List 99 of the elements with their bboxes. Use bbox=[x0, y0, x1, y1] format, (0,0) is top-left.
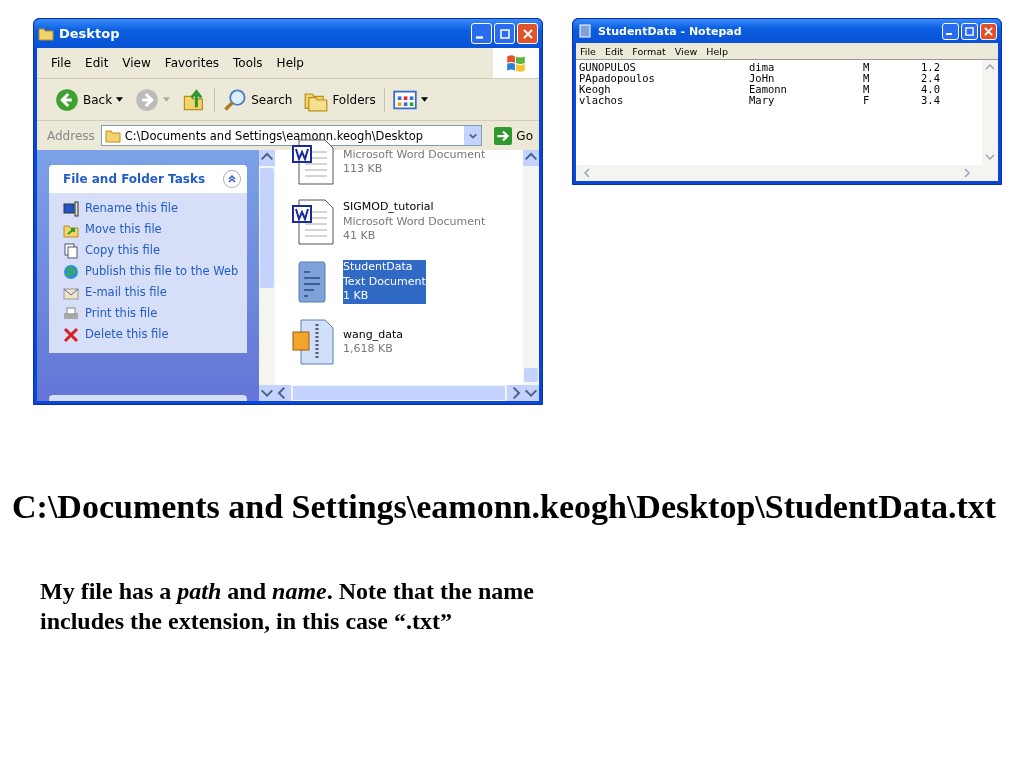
file-size: 1 KB bbox=[343, 289, 370, 304]
text-line: PApadopoulos bbox=[579, 73, 656, 84]
minimize-button[interactable] bbox=[942, 22, 959, 40]
task-link[interactable]: Delete this file bbox=[85, 327, 169, 341]
scroll-thumb[interactable] bbox=[524, 368, 538, 382]
file-label[interactable]: wang_data 1,618 KB bbox=[343, 327, 403, 357]
folder-icon bbox=[38, 26, 54, 41]
dropdown-button[interactable] bbox=[464, 126, 482, 145]
views-grid-icon bbox=[392, 89, 417, 110]
task-link[interactable]: Copy this file bbox=[85, 243, 160, 257]
file-label[interactable]: Microsoft Word Document 113 KB bbox=[343, 147, 486, 177]
right-arrow-icon bbox=[494, 126, 513, 145]
search-icon bbox=[223, 87, 248, 112]
menu-item[interactable]: File bbox=[51, 56, 72, 70]
envelope-icon bbox=[63, 285, 79, 301]
maximize-icon bbox=[499, 28, 510, 39]
folder-icon bbox=[104, 128, 121, 143]
folder-arrow-icon bbox=[63, 222, 79, 238]
text-line: F bbox=[863, 95, 871, 106]
scrollbar[interactable] bbox=[259, 150, 275, 401]
scroll-thumb[interactable] bbox=[260, 168, 274, 288]
text-line: 2.4 bbox=[921, 73, 941, 84]
menu-item[interactable]: Edit bbox=[85, 56, 109, 70]
collapse-button[interactable] bbox=[223, 170, 241, 188]
text-line: 1.2 bbox=[921, 62, 941, 73]
close-icon bbox=[522, 28, 533, 39]
caret-icon bbox=[163, 97, 171, 102]
file-name: wang_data bbox=[343, 327, 403, 342]
text-area[interactable]: GUNOPULOS dima M 1.2 PApadopoulos JoHn M 2.4 Keogh Eamonn M 4.0 vlachos Mary F 3.4 bbox=[576, 59, 998, 165]
scroll-thumb[interactable] bbox=[293, 386, 505, 400]
text-line: JoHn bbox=[749, 73, 776, 84]
file-label[interactable]: SIGMOD_tutorial Microsoft Word Document 41 KB bbox=[343, 200, 486, 244]
search-button[interactable]: Search bbox=[219, 87, 297, 112]
file-name: StudentData bbox=[343, 260, 414, 275]
notepad-icon bbox=[577, 24, 593, 38]
text-line: M bbox=[863, 73, 871, 84]
file-size: 113 KB bbox=[343, 162, 384, 177]
globe-icon bbox=[63, 264, 79, 280]
pages-icon bbox=[63, 243, 79, 259]
menu-item[interactable]: Edit bbox=[604, 45, 624, 57]
panel-title: File and Folder Tasks bbox=[63, 172, 206, 186]
scrollbar[interactable] bbox=[523, 150, 539, 401]
file-label[interactable]: StudentData Text Document 1 KB bbox=[343, 260, 426, 304]
task-link[interactable]: Publish this file to the Web bbox=[85, 264, 239, 278]
minimize-icon bbox=[476, 36, 483, 39]
screen-icon bbox=[63, 201, 79, 217]
text-line: 4.0 bbox=[921, 84, 941, 95]
task-link[interactable]: Print this file bbox=[85, 306, 158, 320]
note-paragraph: My file has a path and name. Note that the name includes the extension, in this case “.txt” bbox=[40, 577, 535, 636]
menu-item[interactable]: View bbox=[122, 56, 151, 70]
double-chevron-up-icon bbox=[227, 174, 237, 184]
file-path-heading: C:\Documents and Settings\eamonn.keogh\Desktop\StudentData.txt bbox=[12, 488, 998, 526]
caret-icon bbox=[116, 97, 124, 102]
file-size: 1,618 KB bbox=[343, 342, 394, 357]
text-line: Eamonn bbox=[749, 84, 788, 95]
minimize-icon bbox=[945, 32, 952, 35]
maximize-button[interactable] bbox=[494, 23, 515, 44]
minimize-button[interactable] bbox=[471, 23, 492, 44]
caret-icon bbox=[420, 97, 428, 102]
flag-logo-icon bbox=[505, 52, 527, 74]
text-line: Mary bbox=[749, 95, 776, 106]
text-line: M bbox=[863, 62, 871, 73]
close-icon bbox=[984, 26, 993, 36]
text-line: vlachos bbox=[579, 95, 625, 106]
text-line: dima bbox=[749, 62, 776, 73]
menu-item[interactable]: Favorites bbox=[164, 56, 220, 70]
text-line: GUNOPULOS bbox=[579, 62, 637, 73]
word-document-icon[interactable] bbox=[291, 198, 335, 246]
archive-icon[interactable] bbox=[291, 318, 335, 366]
task-link[interactable]: E-mail this file bbox=[85, 285, 167, 299]
cross-icon bbox=[63, 327, 79, 343]
menu-item[interactable]: View bbox=[674, 45, 698, 57]
file-size: 41 KB bbox=[343, 229, 377, 244]
window-title: StudentData - Notepad bbox=[598, 24, 743, 38]
text-line: Keogh bbox=[579, 84, 611, 95]
menu-item[interactable]: File bbox=[580, 45, 596, 57]
window-title: Desktop bbox=[59, 26, 121, 41]
maximize-button[interactable] bbox=[961, 22, 978, 40]
task-link[interactable]: Move this file bbox=[85, 222, 162, 236]
menu-item[interactable]: Format bbox=[632, 45, 666, 57]
maximize-icon bbox=[965, 26, 974, 36]
menu-item[interactable]: Help bbox=[706, 45, 728, 57]
text-line: 3.4 bbox=[921, 95, 941, 106]
menu-item[interactable]: Tools bbox=[233, 56, 263, 70]
file-type: Microsoft Word Document bbox=[343, 214, 486, 230]
file-type: Microsoft Word Document bbox=[343, 147, 486, 162]
go-button[interactable]: Go bbox=[488, 126, 539, 145]
back-button[interactable]: Back bbox=[51, 87, 128, 112]
file-name: SIGMOD_tutorial bbox=[343, 200, 435, 215]
folders-button[interactable]: Folders bbox=[300, 87, 385, 112]
close-button[interactable] bbox=[980, 22, 997, 40]
address-label: Address bbox=[47, 128, 95, 143]
menu-item[interactable]: Help bbox=[276, 56, 304, 70]
task-link[interactable]: Rename this file bbox=[85, 201, 178, 215]
file-type: Text Document bbox=[343, 274, 426, 290]
close-button[interactable] bbox=[517, 23, 538, 44]
printer-icon bbox=[63, 306, 79, 322]
address-field[interactable]: C:\Documents and Settings\eamonn.keogh\Desktop bbox=[100, 125, 483, 146]
text-line: M bbox=[863, 84, 871, 95]
